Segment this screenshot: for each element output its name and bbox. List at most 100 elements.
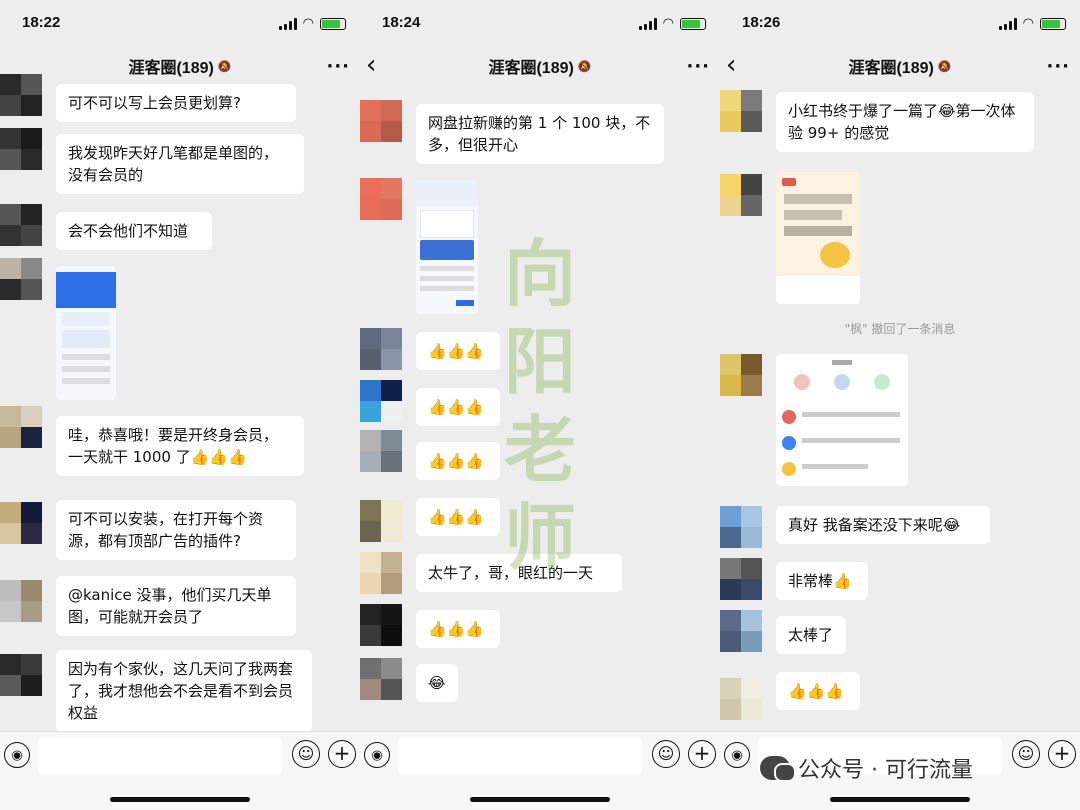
avatar[interactable] bbox=[720, 506, 762, 548]
more-icon[interactable]: ··· bbox=[1046, 56, 1070, 77]
plus-icon[interactable]: + bbox=[1048, 740, 1076, 768]
image-content bbox=[776, 172, 860, 304]
status-time: 18:26 bbox=[742, 14, 781, 31]
avatar[interactable] bbox=[0, 580, 42, 622]
wifi-icon: ◠ bbox=[662, 16, 674, 31]
message-bubble[interactable]: 太棒了 bbox=[776, 616, 846, 654]
avatar[interactable] bbox=[720, 174, 762, 216]
avatar[interactable] bbox=[360, 380, 402, 422]
avatar[interactable] bbox=[720, 558, 762, 600]
message-list[interactable]: 小红书终于爆了一篇了😂第一次体验 99+ 的感觉 "枫" 撤回了一条消息 真好 … bbox=[720, 88, 1080, 732]
avatar[interactable] bbox=[360, 658, 402, 700]
chat-header: 涯客圈(189) 🔕 bbox=[720, 44, 1080, 88]
battery-icon bbox=[320, 17, 346, 30]
message-list[interactable]: 网盘拉新赚的第 1 个 100 块，不多，但很开心 👍👍👍 👍👍👍 👍👍👍 👍👍… bbox=[360, 88, 720, 732]
avatar[interactable] bbox=[0, 128, 42, 170]
status-bar: 18:24 ◠ bbox=[360, 0, 720, 44]
wechat-logo-icon bbox=[760, 756, 796, 782]
avatar[interactable] bbox=[720, 90, 762, 132]
avatar[interactable] bbox=[720, 354, 762, 396]
more-icon[interactable]: ··· bbox=[686, 56, 710, 77]
avatar[interactable] bbox=[360, 430, 402, 472]
home-indicator bbox=[470, 797, 610, 802]
avatar[interactable] bbox=[360, 100, 402, 142]
message-bubble[interactable]: 😂 bbox=[416, 664, 458, 702]
message-bubble[interactable]: @kanice 没事，他们买几天单图，可能就开会员了 bbox=[56, 576, 296, 636]
chat-title[interactable]: 涯客圈(189) bbox=[488, 54, 573, 78]
image-content bbox=[416, 180, 478, 314]
message-bubble[interactable]: 👍👍👍 bbox=[416, 442, 500, 480]
avatar[interactable] bbox=[360, 328, 402, 370]
message-bubble[interactable]: 哇，恭喜哦！要是开终身会员，一天就干 1000 了👍👍👍 bbox=[56, 416, 304, 476]
avatar[interactable] bbox=[0, 502, 42, 544]
status-time: 18:22 bbox=[22, 14, 61, 31]
input-bar: ◉ ☺ + bbox=[0, 731, 360, 810]
message-bubble[interactable]: 因为有个家伙，这几天问了我两套了，我才想他会不会是看不到会员权益 bbox=[56, 650, 312, 732]
message-bubble[interactable]: 太牛了，哥，眼红的一天 bbox=[416, 554, 622, 592]
chat-panel-3: 18:26 ◠ ‹ 涯客圈(189) 🔕 ··· 小红书终于爆了一篇了😂第一次体… bbox=[720, 0, 1080, 810]
avatar[interactable] bbox=[720, 610, 762, 652]
avatar[interactable] bbox=[360, 500, 402, 542]
mute-icon: 🔕 bbox=[217, 59, 232, 73]
message-input[interactable] bbox=[38, 738, 282, 774]
avatar[interactable] bbox=[0, 406, 42, 448]
emoji-icon[interactable]: ☺ bbox=[292, 740, 320, 768]
voice-icon[interactable]: ◉ bbox=[724, 742, 750, 768]
more-icon[interactable]: ··· bbox=[326, 56, 350, 77]
plus-icon[interactable]: + bbox=[688, 740, 716, 768]
message-image[interactable] bbox=[416, 180, 478, 314]
avatar[interactable] bbox=[360, 178, 402, 220]
avatar[interactable] bbox=[0, 654, 42, 696]
avatar[interactable] bbox=[720, 678, 762, 720]
message-bubble[interactable]: 👍👍👍 bbox=[416, 498, 500, 536]
chat-title[interactable]: 涯客圈(189) bbox=[848, 54, 933, 78]
input-bar: ◉ ☺ + bbox=[360, 731, 720, 810]
message-bubble[interactable]: 非常棒👍 bbox=[776, 562, 868, 600]
home-indicator bbox=[830, 797, 970, 802]
mute-icon: 🔕 bbox=[577, 59, 592, 73]
message-bubble[interactable]: 会不会他们不知道 bbox=[56, 212, 212, 250]
status-bar: 18:22 ◠ bbox=[0, 0, 360, 44]
emoji-icon[interactable]: ☺ bbox=[1012, 740, 1040, 768]
system-icons: ◠ bbox=[638, 16, 706, 31]
system-icons: ◠ bbox=[998, 16, 1066, 31]
chat-panel-2: 18:24 ◠ ‹ 涯客圈(189) 🔕 ··· 网盘拉新赚的第 1 个 100… bbox=[360, 0, 720, 810]
chat-header: 涯客圈(189) 🔕 bbox=[0, 44, 360, 88]
message-bubble[interactable]: 👍👍👍 bbox=[416, 610, 500, 648]
message-bubble[interactable]: 可不可以安装，在打开每个资源，都有顶部广告的插件? bbox=[56, 500, 296, 560]
voice-icon[interactable]: ◉ bbox=[4, 742, 30, 768]
message-bubble[interactable]: 可不可以写上会员更划算? bbox=[56, 84, 296, 122]
voice-icon[interactable]: ◉ bbox=[364, 742, 390, 768]
message-list[interactable]: 可不可以写上会员更划算? 我发现昨天好几笔都是单图的，没有会员的 会不会他们不知… bbox=[0, 74, 360, 732]
message-bubble[interactable]: 小红书终于爆了一篇了😂第一次体验 99+ 的感觉 bbox=[776, 92, 1034, 152]
emoji-icon[interactable]: ☺ bbox=[652, 740, 680, 768]
recall-notice: "枫" 撤回了一条消息 bbox=[844, 322, 956, 336]
avatar[interactable] bbox=[360, 604, 402, 646]
message-image[interactable] bbox=[56, 266, 116, 400]
message-bubble[interactable]: 👍👍👍 bbox=[416, 388, 500, 426]
avatar[interactable] bbox=[360, 552, 402, 594]
message-bubble[interactable]: 真好 我备案还没下来呢😂 bbox=[776, 506, 990, 544]
image-content bbox=[56, 266, 116, 400]
message-bubble[interactable]: 👍👍👍 bbox=[416, 332, 500, 370]
wifi-icon: ◠ bbox=[302, 16, 314, 31]
battery-icon bbox=[1040, 17, 1066, 30]
mute-icon: 🔕 bbox=[937, 59, 952, 73]
message-bubble[interactable]: 网盘拉新赚的第 1 个 100 块，不多，但很开心 bbox=[416, 104, 664, 164]
message-input[interactable] bbox=[398, 738, 642, 774]
system-icons: ◠ bbox=[278, 16, 346, 31]
plus-icon[interactable]: + bbox=[328, 740, 356, 768]
message-bubble[interactable]: 我发现昨天好几笔都是单图的，没有会员的 bbox=[56, 134, 304, 194]
battery-icon bbox=[680, 17, 706, 30]
avatar[interactable] bbox=[0, 204, 42, 246]
signal-icon bbox=[278, 17, 297, 30]
message-bubble[interactable]: 👍👍👍 bbox=[776, 672, 860, 710]
status-time: 18:24 bbox=[382, 14, 421, 31]
avatar[interactable] bbox=[0, 74, 42, 116]
signal-icon bbox=[998, 17, 1017, 30]
message-image[interactable] bbox=[776, 172, 860, 304]
chat-panel-1: 18:22 ◠ 涯客圈(189) 🔕 ··· 可不可以写上会员更划算? 我发现昨… bbox=[0, 0, 360, 810]
avatar[interactable] bbox=[0, 258, 42, 300]
message-image[interactable] bbox=[776, 354, 908, 486]
chat-title[interactable]: 涯客圈(189) bbox=[128, 54, 213, 78]
